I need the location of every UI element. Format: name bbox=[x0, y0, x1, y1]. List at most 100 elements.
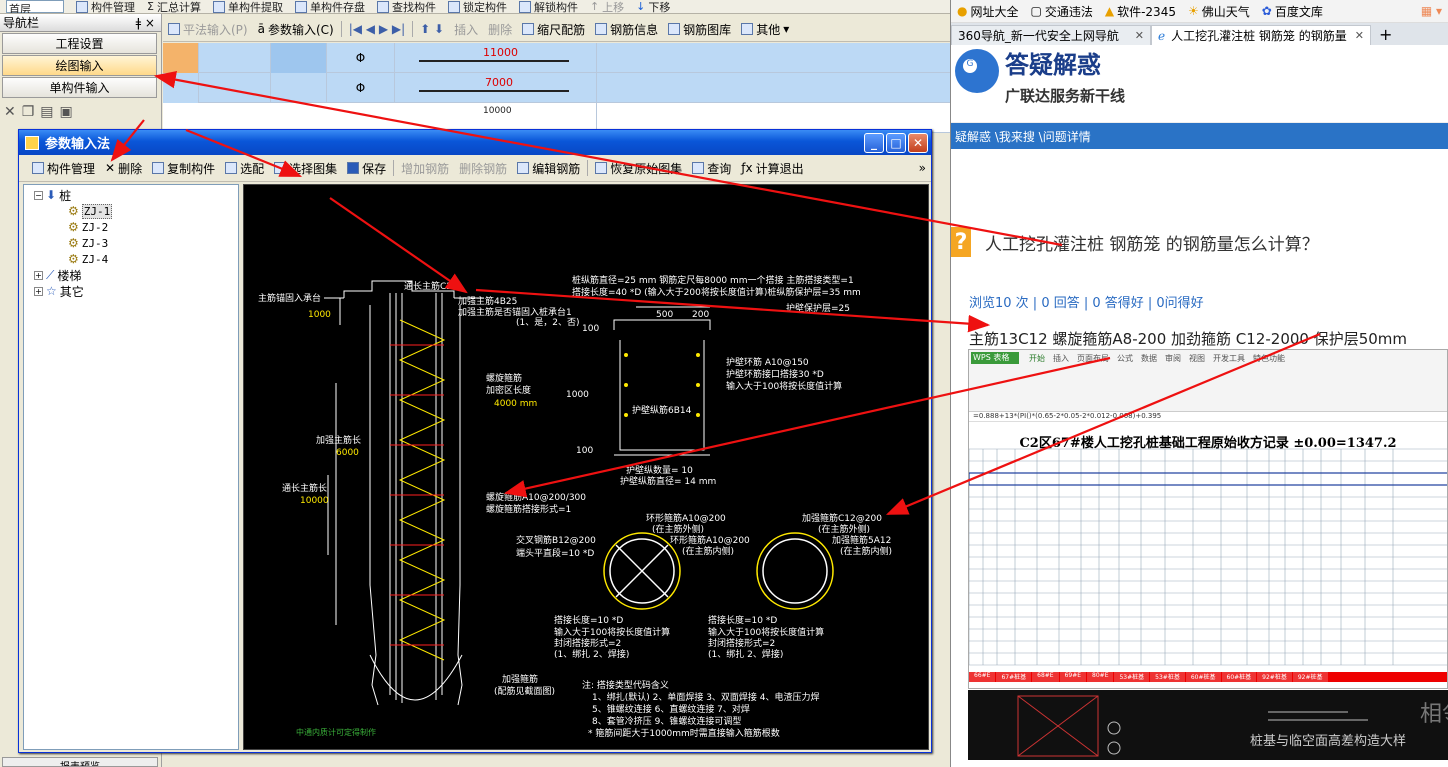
label-strengthen-1: 加强箍筋C12@200 bbox=[802, 512, 882, 524]
label-end-flat: 端头平直段=10 *D bbox=[516, 547, 594, 559]
delete-icon[interactable]: ✕ bbox=[4, 104, 16, 120]
tool-param-input[interactable]: ā 参数输入(C) bbox=[253, 21, 339, 38]
question-title: 人工挖孔灌注桩 钢筋笼 的钢筋量怎么计算？ bbox=[985, 234, 1319, 255]
ribbon-tab: 特色功能 bbox=[1253, 354, 1285, 363]
software-icon: ▲ bbox=[1104, 4, 1115, 18]
bookmark-label: 软件-2345 bbox=[1117, 4, 1176, 19]
separator bbox=[393, 160, 395, 176]
tool-component-manage[interactable]: 构件管理 bbox=[70, 0, 141, 13]
collapse-icon[interactable]: − bbox=[34, 190, 43, 200]
tree-item-zj4[interactable]: ⚙ ZJ-4 bbox=[24, 251, 238, 267]
expand-icon[interactable]: + bbox=[34, 270, 43, 280]
tool-rebar-info[interactable]: 钢筋信息 bbox=[590, 21, 663, 38]
expand-icon[interactable]: + bbox=[34, 286, 43, 296]
delete-icon: ✕ bbox=[105, 161, 116, 175]
breadcrumb[interactable]: 疑解惑 \我来搜 \问题详情 bbox=[951, 123, 1448, 149]
bookmark-item[interactable]: ● 网址大全 bbox=[951, 3, 1025, 20]
tree-item-zj3[interactable]: ⚙ ZJ-3 bbox=[24, 235, 238, 251]
label-wall-ring: 护壁环筋 A10@150 bbox=[726, 356, 809, 368]
tool-flat-input[interactable]: 平法输入(P) bbox=[163, 21, 253, 38]
table-row[interactable]: Φ 11000 bbox=[163, 43, 950, 73]
tool-move-up[interactable]: ↑ 上移 bbox=[584, 0, 630, 13]
find-icon bbox=[376, 0, 389, 13]
nav-drawing-input[interactable]: 绘图输入 bbox=[2, 55, 157, 76]
toolbar-overflow[interactable]: » bbox=[914, 161, 931, 175]
layer-combo[interactable]: 首层 bbox=[6, 0, 64, 13]
ribbon-tab: 开发工具 bbox=[1213, 354, 1245, 363]
tree-node-stairs[interactable]: + ⟋ 楼梯 bbox=[24, 267, 238, 283]
label-lap1-a: 搭接长度=10 *D bbox=[554, 614, 623, 626]
label-strengthen-bottom: 加强箍筋 bbox=[502, 673, 538, 685]
tool-label: 查找构件 bbox=[391, 0, 436, 14]
label-wall-count: 护壁纵数量= 10 bbox=[626, 464, 693, 476]
select-config-icon bbox=[225, 162, 238, 174]
tab-label: 360导航_新一代安全上网导航 bbox=[958, 29, 1119, 43]
tool-other[interactable]: 其他 ▾ bbox=[736, 21, 794, 38]
tool-scale-rebar[interactable]: 缩尺配筋 bbox=[517, 21, 590, 38]
tool-component-manage[interactable]: 构件管理 bbox=[27, 160, 100, 177]
library-icon bbox=[668, 23, 681, 35]
tool-rebar-library[interactable]: 钢筋图库 bbox=[663, 21, 736, 38]
tool-summary-calc[interactable]: Σ 汇总计算 bbox=[141, 0, 207, 13]
tool-delete-row[interactable]: 删除 bbox=[483, 21, 517, 38]
paste-icon[interactable]: ▤ bbox=[40, 104, 53, 120]
bookmark-item[interactable]: ☀ 佛山天气 bbox=[1182, 3, 1256, 20]
tree-item-zj1[interactable]: ⚙ ZJ-1 bbox=[24, 203, 238, 219]
maximize-button[interactable]: □ bbox=[886, 132, 906, 153]
spiral-stirrup bbox=[398, 319, 446, 661]
folder-icon[interactable]: ▣ bbox=[60, 104, 73, 120]
tool-choose-atlas[interactable]: 选择图集 bbox=[269, 160, 342, 177]
apps-icon[interactable]: ▦ ▾ bbox=[1415, 4, 1448, 18]
tool-unlock[interactable]: 解锁构件 bbox=[513, 0, 584, 13]
tool-delete[interactable]: ✕ 删除 bbox=[100, 160, 147, 177]
nav-project-settings[interactable]: 工程设置 bbox=[2, 33, 157, 54]
question-stats[interactable]: 浏览10 次 | 0 回答 | 0 答得好 | 0问得好 bbox=[969, 292, 1204, 311]
tool-restore-atlas[interactable]: 恢复原始图集 bbox=[590, 160, 687, 177]
minimize-button[interactable]: _ bbox=[864, 132, 884, 153]
tree-node-other[interactable]: + ☆ 其它 bbox=[24, 283, 238, 299]
tool-label: 增加钢筋 bbox=[401, 161, 450, 176]
bookmark-item[interactable]: ▲ 软件-2345 bbox=[1099, 3, 1182, 20]
label-cross-bar: 交叉钢筋B12@200 bbox=[516, 534, 596, 546]
nav-arrows[interactable]: |◀ ◀ ▶ ▶| bbox=[344, 22, 410, 36]
tree-item-zj2[interactable]: ⚙ ZJ-2 bbox=[24, 219, 238, 235]
tool-copy-component[interactable]: 复制构件 bbox=[147, 160, 220, 177]
new-tab-button[interactable]: + bbox=[1371, 25, 1400, 45]
bookmark-item[interactable]: ▢ 交通违法 bbox=[1025, 3, 1099, 20]
close-tab-icon[interactable]: ✕ bbox=[1355, 29, 1364, 42]
tree-node-pile[interactable]: − ⬇ 桩 bbox=[24, 187, 238, 203]
main-toolbar: 首层 构件管理 Σ 汇总计算 单构件提取 单构件存盘 查找构件 锁定构件 解锁构件… bbox=[0, 0, 950, 14]
tool-lock[interactable]: 锁定构件 bbox=[442, 0, 513, 13]
tool-label: 下移 bbox=[648, 0, 671, 14]
copy-icon[interactable]: ❐ bbox=[22, 104, 35, 120]
cad-drawing-canvas[interactable]: 通长主筋C25 主筋锚固入承台 1000 加强主筋4B25 加强主筋是否锚固入桩… bbox=[243, 184, 929, 750]
ribbon-tab: 公式 bbox=[1117, 354, 1133, 363]
tab-question[interactable]: ℯ 人工挖孔灌注桩 钢筋笼 的钢筋量 ✕ bbox=[1151, 25, 1371, 45]
report-preview-button[interactable]: 报表预览 bbox=[2, 757, 158, 767]
app-icon bbox=[25, 135, 39, 150]
close-tab-icon[interactable]: ✕ bbox=[1135, 29, 1144, 42]
tool-select-config[interactable]: 选配 bbox=[220, 160, 269, 177]
tab-360-nav[interactable]: 360导航_新一代安全上网导航 ✕ bbox=[951, 25, 1151, 45]
gear-icon: ⚙ bbox=[68, 220, 79, 234]
close-button[interactable]: ✕ bbox=[908, 132, 928, 153]
tool-add-rebar[interactable]: 增加钢筋 bbox=[396, 160, 454, 177]
dialog-title-bar[interactable]: 参数输入法 _ □ ✕ bbox=[19, 130, 931, 155]
bookmark-item[interactable]: ✿ 百度文库 bbox=[1256, 3, 1329, 20]
tool-save-component[interactable]: 单构件存盘 bbox=[289, 0, 371, 13]
move-arrows[interactable]: ⬆ ⬇ bbox=[415, 22, 449, 36]
tool-edit-rebar[interactable]: 编辑钢筋 bbox=[512, 160, 585, 177]
tool-insert[interactable]: 插入 bbox=[449, 21, 483, 38]
restore-icon bbox=[595, 162, 608, 174]
tool-find[interactable]: 查找构件 bbox=[371, 0, 442, 14]
tool-extract[interactable]: 单构件提取 bbox=[207, 0, 289, 13]
tool-move-down[interactable]: ↓ 下移 bbox=[630, 0, 676, 14]
table-row[interactable]: Φ 7000 bbox=[163, 73, 950, 103]
binoculars-icon bbox=[692, 162, 705, 174]
pin-close-icon[interactable]: ǂ × bbox=[136, 16, 155, 30]
tool-query[interactable]: 查询 bbox=[687, 160, 736, 177]
tool-delete-rebar[interactable]: 删除钢筋 bbox=[454, 160, 512, 177]
tool-save[interactable]: 保存 bbox=[342, 160, 391, 177]
tool-calc-exit[interactable]: ƒx 计算退出 bbox=[736, 160, 808, 177]
nav-single-component-input[interactable]: 单构件输入 bbox=[2, 77, 157, 98]
